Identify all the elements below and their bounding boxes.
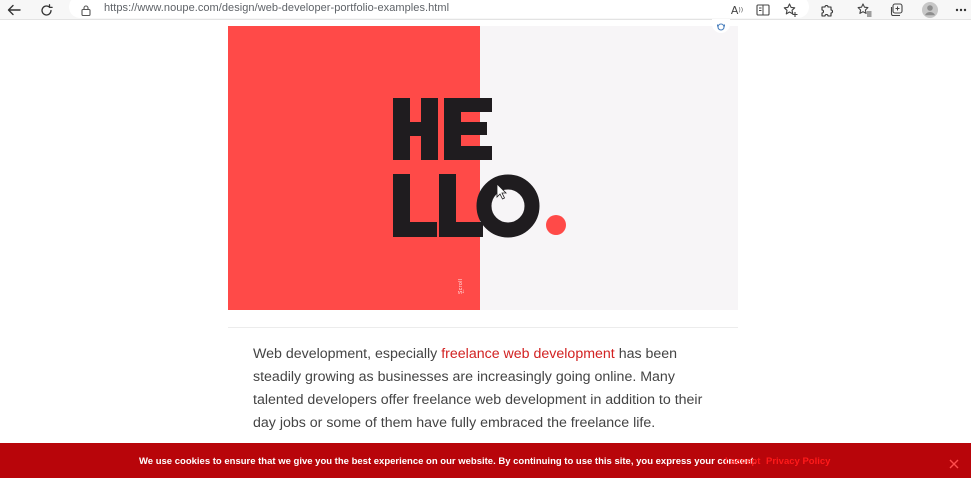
cookie-accept-link[interactable]: I accept [725, 456, 760, 467]
hello-lettering [393, 98, 566, 238]
lock-icon[interactable] [80, 0, 92, 20]
privacy-policy-link[interactable]: Privacy Policy [766, 456, 830, 467]
collections-icon[interactable] [888, 0, 904, 20]
extensions-icon[interactable] [819, 0, 835, 20]
scroll-down-arrow-icon: ↓ [461, 289, 465, 295]
read-aloud-icon[interactable]: A)) [728, 0, 746, 20]
reload-icon[interactable] [38, 0, 54, 20]
profile-avatar[interactable] [921, 0, 938, 20]
image-search-icon [717, 23, 725, 31]
back-arrow-icon[interactable] [6, 0, 22, 20]
freelance-web-development-link[interactable]: freelance web development [441, 346, 615, 362]
article-text-intro: Web development, especially [253, 346, 442, 362]
article-paragraph: Web development, especially freelance we… [253, 343, 723, 435]
hello-portfolio-image: Scroll ↓ [228, 26, 738, 310]
address-url[interactable]: https://www.noupe.com/design/web-develop… [104, 2, 449, 14]
cookie-message: We use cookies to ensure that we give yo… [139, 456, 757, 467]
close-icon[interactable] [948, 458, 960, 470]
hero-red-dot [546, 215, 566, 235]
browser-toolbar: https://www.noupe.com/design/web-develop… [0, 0, 971, 20]
more-options-icon[interactable] [954, 0, 968, 20]
favorites-icon[interactable] [856, 0, 872, 20]
cookie-consent-bar: We use cookies to ensure that we give yo… [0, 443, 971, 478]
add-favorite-icon[interactable] [782, 0, 798, 20]
immersive-reader-icon[interactable] [755, 0, 771, 20]
content-divider [228, 327, 738, 328]
